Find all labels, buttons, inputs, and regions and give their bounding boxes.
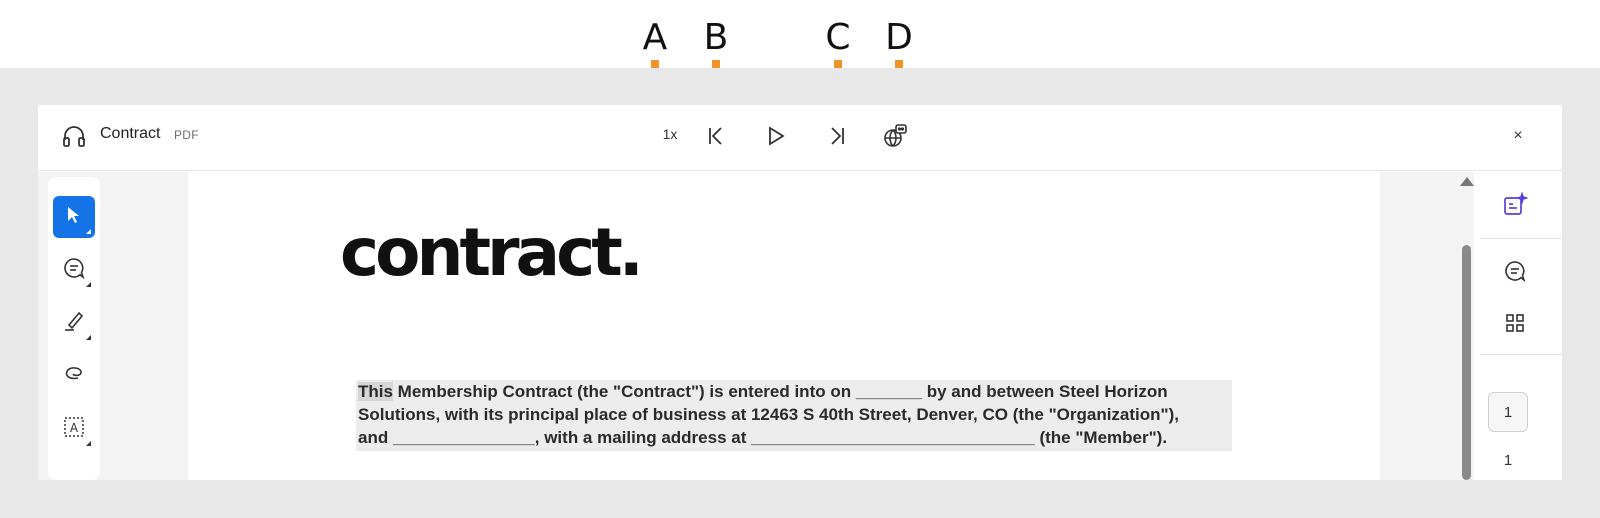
callout-letter-b: B (703, 17, 729, 58)
callout-letter-d: D (885, 17, 913, 58)
paragraph-line-1: This Membership Contract (the "Contract"… (358, 382, 1168, 402)
rail-divider (1480, 238, 1562, 239)
headphones-icon (60, 122, 88, 150)
draw-tool-button[interactable] (53, 355, 95, 397)
thumbnails-grid-icon[interactable] (1500, 308, 1530, 338)
select-tool-button[interactable] (53, 196, 95, 238)
svg-text:A: A (70, 421, 79, 435)
document-logo: contract. (340, 214, 644, 291)
scrollbar-thumb[interactable] (1462, 245, 1471, 480)
tool-rail: A (48, 177, 100, 480)
paragraph-line-1-text: Membership Contract (the "Contract") is … (392, 382, 1168, 401)
playback-speed-button[interactable]: 1x (650, 126, 690, 142)
text-box-icon: A (62, 415, 86, 444)
read-aloud-toolbar: Contract PDF 1x × (38, 105, 1562, 171)
highlight-pen-icon (62, 309, 86, 338)
select-cursor-icon (65, 205, 83, 230)
skip-forward-icon[interactable] (823, 122, 851, 150)
right-rail: 1 1 (1480, 172, 1562, 480)
tool-menu-corner (86, 335, 91, 340)
current-page-input[interactable]: 1 (1488, 392, 1528, 432)
comments-panel-icon[interactable] (1500, 256, 1530, 286)
total-pages-label: 1 (1503, 452, 1513, 469)
paragraph-line-3: and _______________, with a mailing addr… (358, 428, 1168, 447)
highlight-tool-button[interactable] (53, 302, 95, 344)
callout-letter-a: A (642, 17, 668, 58)
ai-assistant-icon[interactable] (1500, 190, 1530, 220)
document-type-label: PDF (174, 128, 199, 142)
callout-letter-c: C (825, 17, 851, 58)
callout-b: B (696, 17, 736, 118)
comment-tool-button[interactable] (53, 249, 95, 291)
reader-window: Contract PDF 1x × A contract. This Membe… (38, 105, 1562, 480)
callout-a: A (635, 17, 675, 118)
scroll-up-arrow[interactable] (1460, 177, 1474, 186)
paragraph-line-2: Solutions, with its principal place of b… (358, 405, 1179, 424)
callout-d: D (879, 17, 919, 118)
play-icon[interactable] (762, 122, 790, 150)
callout-c: C (818, 17, 858, 118)
skip-back-icon[interactable] (702, 122, 730, 150)
close-button[interactable]: × (1504, 122, 1532, 150)
left-panel: A (38, 172, 188, 480)
lasso-draw-icon (62, 362, 86, 391)
globe-chat-icon[interactable] (881, 122, 909, 150)
document-title: Contract (100, 125, 161, 142)
comment-icon (62, 256, 86, 285)
document-gutter (1380, 172, 1460, 480)
screenshot-stage: A B C D Contract PDF 1x × A contract. Th… (0, 0, 1600, 518)
tool-menu-corner (86, 282, 91, 287)
rail-divider (1480, 354, 1562, 355)
read-aloud-current-word: This (358, 382, 393, 401)
text-box-tool-button[interactable]: A (53, 408, 95, 450)
tool-menu-corner (86, 441, 91, 446)
tool-menu-corner (86, 229, 91, 234)
